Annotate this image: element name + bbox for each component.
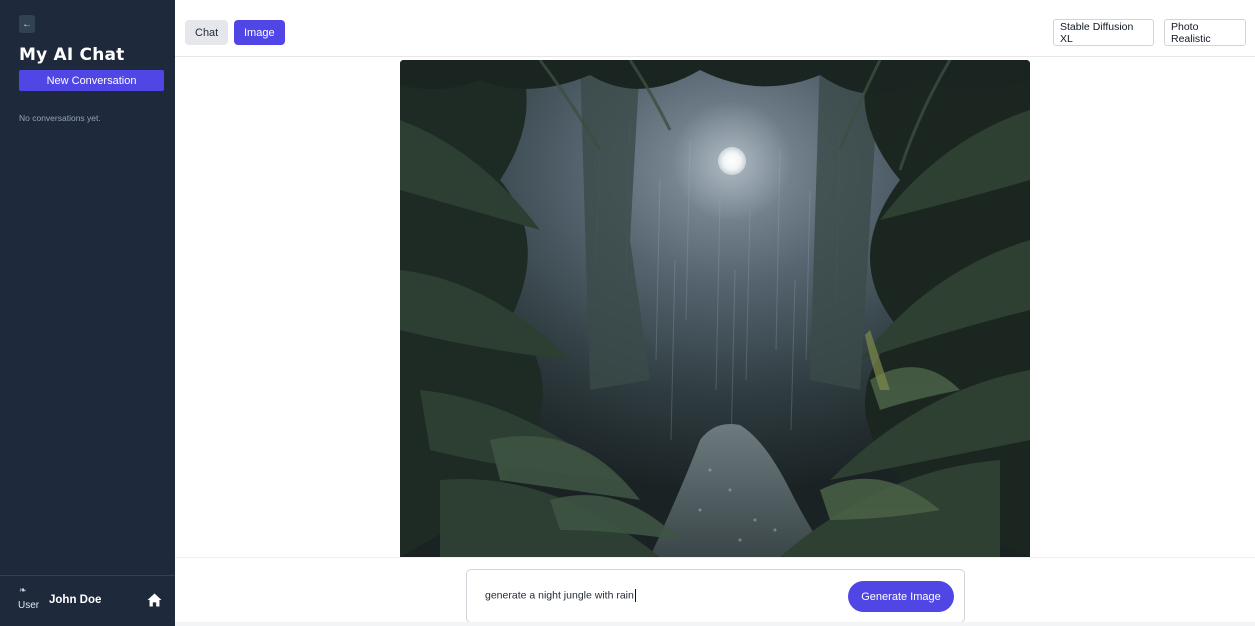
collapse-sidebar-button[interactable]: ← (19, 15, 35, 33)
user-name: John Doe (49, 594, 102, 606)
model-select[interactable]: Stable Diffusion XL (1053, 19, 1154, 46)
prompt-input[interactable]: generate a night jungle with rain (485, 589, 636, 602)
app-root: ← My AI Chat New Conversation No convers… (0, 0, 1255, 626)
broken-image-icon: ❧ (19, 585, 27, 595)
app-title: My AI Chat (19, 45, 125, 65)
top-bar: Chat Image Stable Diffusion XL Photo Rea… (175, 0, 1255, 57)
sidebar: ← My AI Chat New Conversation No convers… (0, 0, 175, 626)
prompt-bar: generate a night jungle with rain Genera… (175, 557, 1255, 626)
text-caret (634, 589, 636, 602)
empty-conversations-text: No conversations yet. (19, 113, 101, 123)
style-select[interactable]: Photo Realistic (1164, 19, 1246, 46)
image-viewer (175, 57, 1255, 557)
tab-chat[interactable]: Chat (185, 20, 229, 45)
generate-image-button[interactable]: Generate Image (848, 581, 954, 612)
tab-image[interactable]: Image (234, 20, 285, 45)
prompt-value: generate a night jungle with rain (485, 589, 634, 602)
user-footer: ❧ User John Doe (0, 575, 175, 626)
avatar[interactable]: ❧ User (18, 584, 40, 614)
new-conversation-button[interactable]: New Conversation (19, 70, 164, 91)
generated-image (400, 60, 1030, 557)
prompt-input-container[interactable]: generate a night jungle with rain Genera… (466, 569, 965, 623)
home-icon[interactable] (147, 593, 162, 607)
jungle-rain-illustration (400, 60, 1030, 557)
bottom-divider (175, 622, 1255, 626)
avatar-alt-text: User (18, 600, 40, 611)
arrow-left-icon: ← (22, 18, 32, 30)
